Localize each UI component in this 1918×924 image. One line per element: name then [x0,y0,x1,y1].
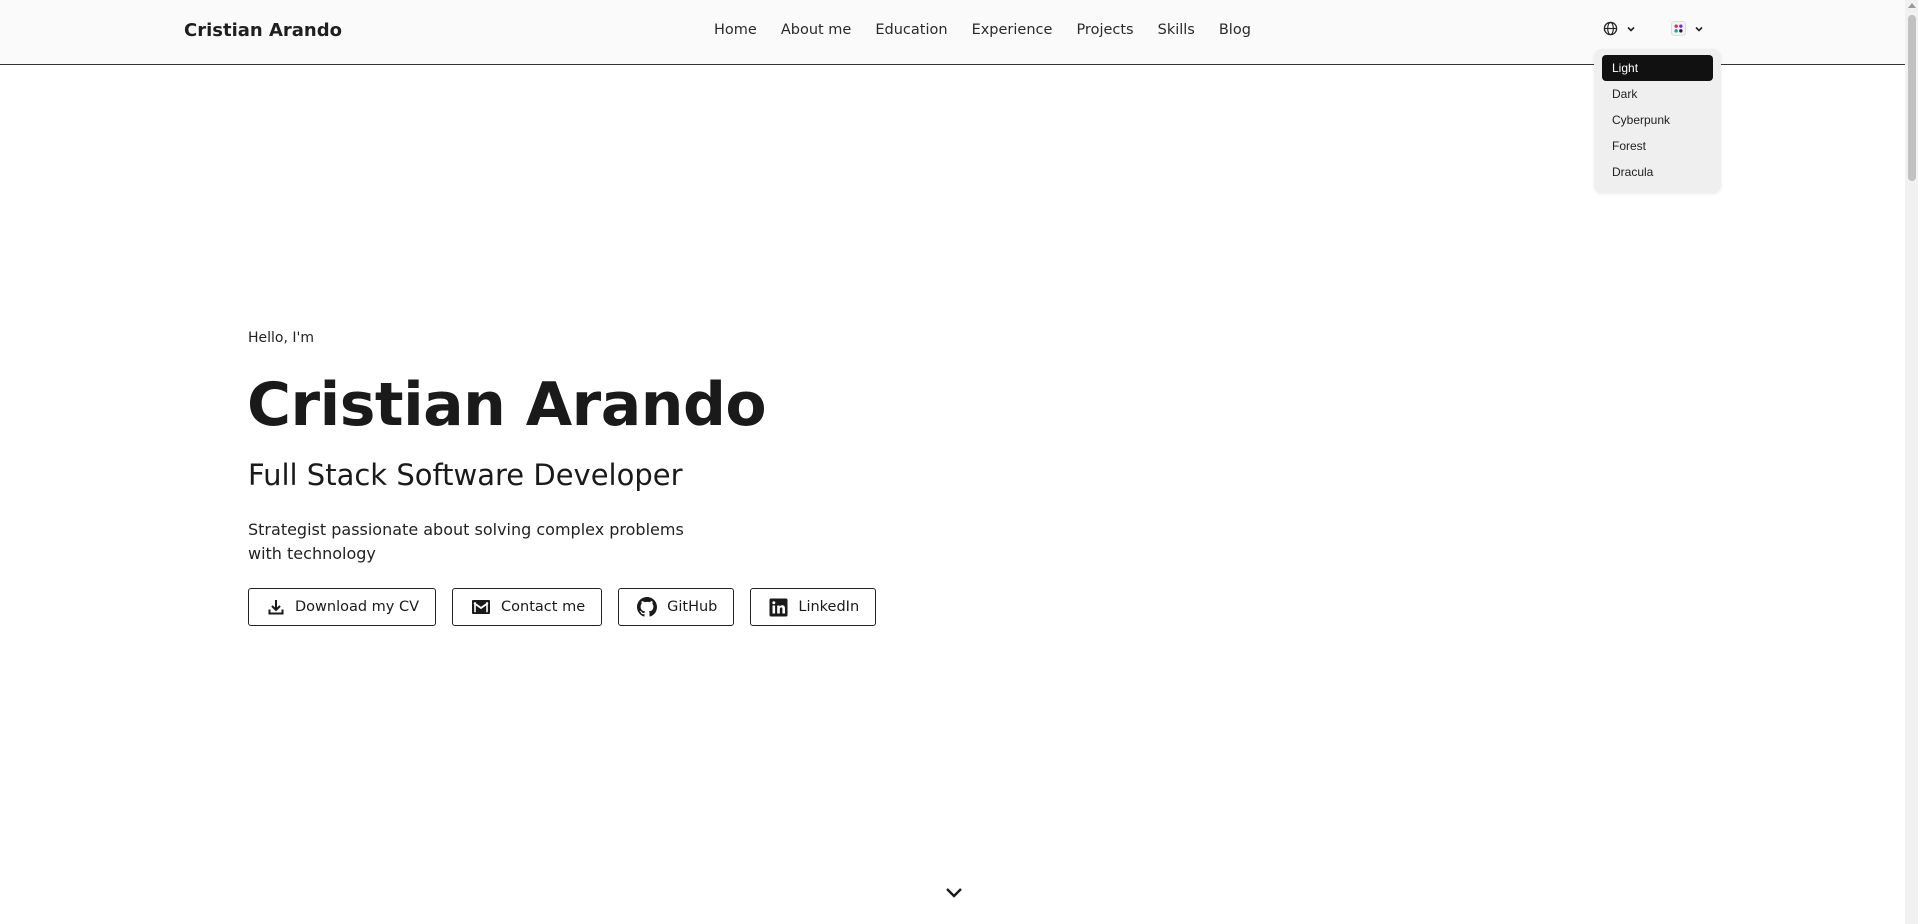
nav-projects[interactable]: Projects [1076,22,1133,38]
nav-education[interactable]: Education [875,22,947,38]
github-label: GitHub [667,599,718,615]
page: Cristian Arando Home About me Education … [0,0,1918,924]
hero-actions: Download my CV Contact me GitHub LinkedI… [248,588,877,626]
page-scrollbar[interactable] [1905,0,1918,924]
theme-option-dark[interactable]: Dark [1602,81,1713,107]
hero-greeting: Hello, I'm [248,330,315,346]
download-cv-button[interactable]: Download my CV [248,588,437,626]
language-selector[interactable] [1603,21,1636,36]
brand-logo[interactable]: Cristian Arando [184,20,342,41]
chevron-down-icon [1627,26,1635,32]
linkedin-button[interactable]: LinkedIn [750,588,877,626]
globe-icon [1603,21,1618,36]
hero-name: Cristian Arando [247,370,767,440]
nav-blog[interactable]: Blog [1219,22,1251,38]
hero-role: Full Stack Software Developer [248,458,683,492]
nav-skills[interactable]: Skills [1158,22,1195,38]
scroll-up-arrow-icon[interactable] [1908,3,1916,8]
download-cv-label: Download my CV [295,599,420,615]
nav-experience[interactable]: Experience [972,22,1053,38]
nav-home[interactable]: Home [714,22,757,38]
theme-option-forest[interactable]: Forest [1602,133,1713,159]
nav-about-me[interactable]: About me [781,22,852,38]
scrollbar-thumb[interactable] [1908,15,1916,181]
github-button[interactable]: GitHub [618,588,735,626]
linkedin-label: LinkedIn [798,599,860,615]
mail-icon [472,600,491,614]
theme-dropdown-menu: Light Dark Cyberpunk Forest Dracula [1594,49,1721,193]
github-icon [637,597,658,617]
chevron-down-icon[interactable] [945,887,963,899]
chevron-down-icon [1695,26,1703,32]
theme-option-dracula[interactable]: Dracula [1602,159,1713,185]
main-nav: Home About me Education Experience Proje… [714,22,1251,38]
theme-option-cyberpunk[interactable]: Cyberpunk [1602,107,1713,133]
linkedin-icon [769,598,788,616]
theme-option-light[interactable]: Light [1602,55,1713,81]
theme-selector[interactable] [1671,21,1704,36]
hero-description: Strategist passionate about solving comp… [248,520,684,563]
download-icon [268,600,284,615]
contact-me-button[interactable]: Contact me [452,588,603,626]
palette-icon [1671,21,1686,36]
contact-me-label: Contact me [501,599,586,615]
